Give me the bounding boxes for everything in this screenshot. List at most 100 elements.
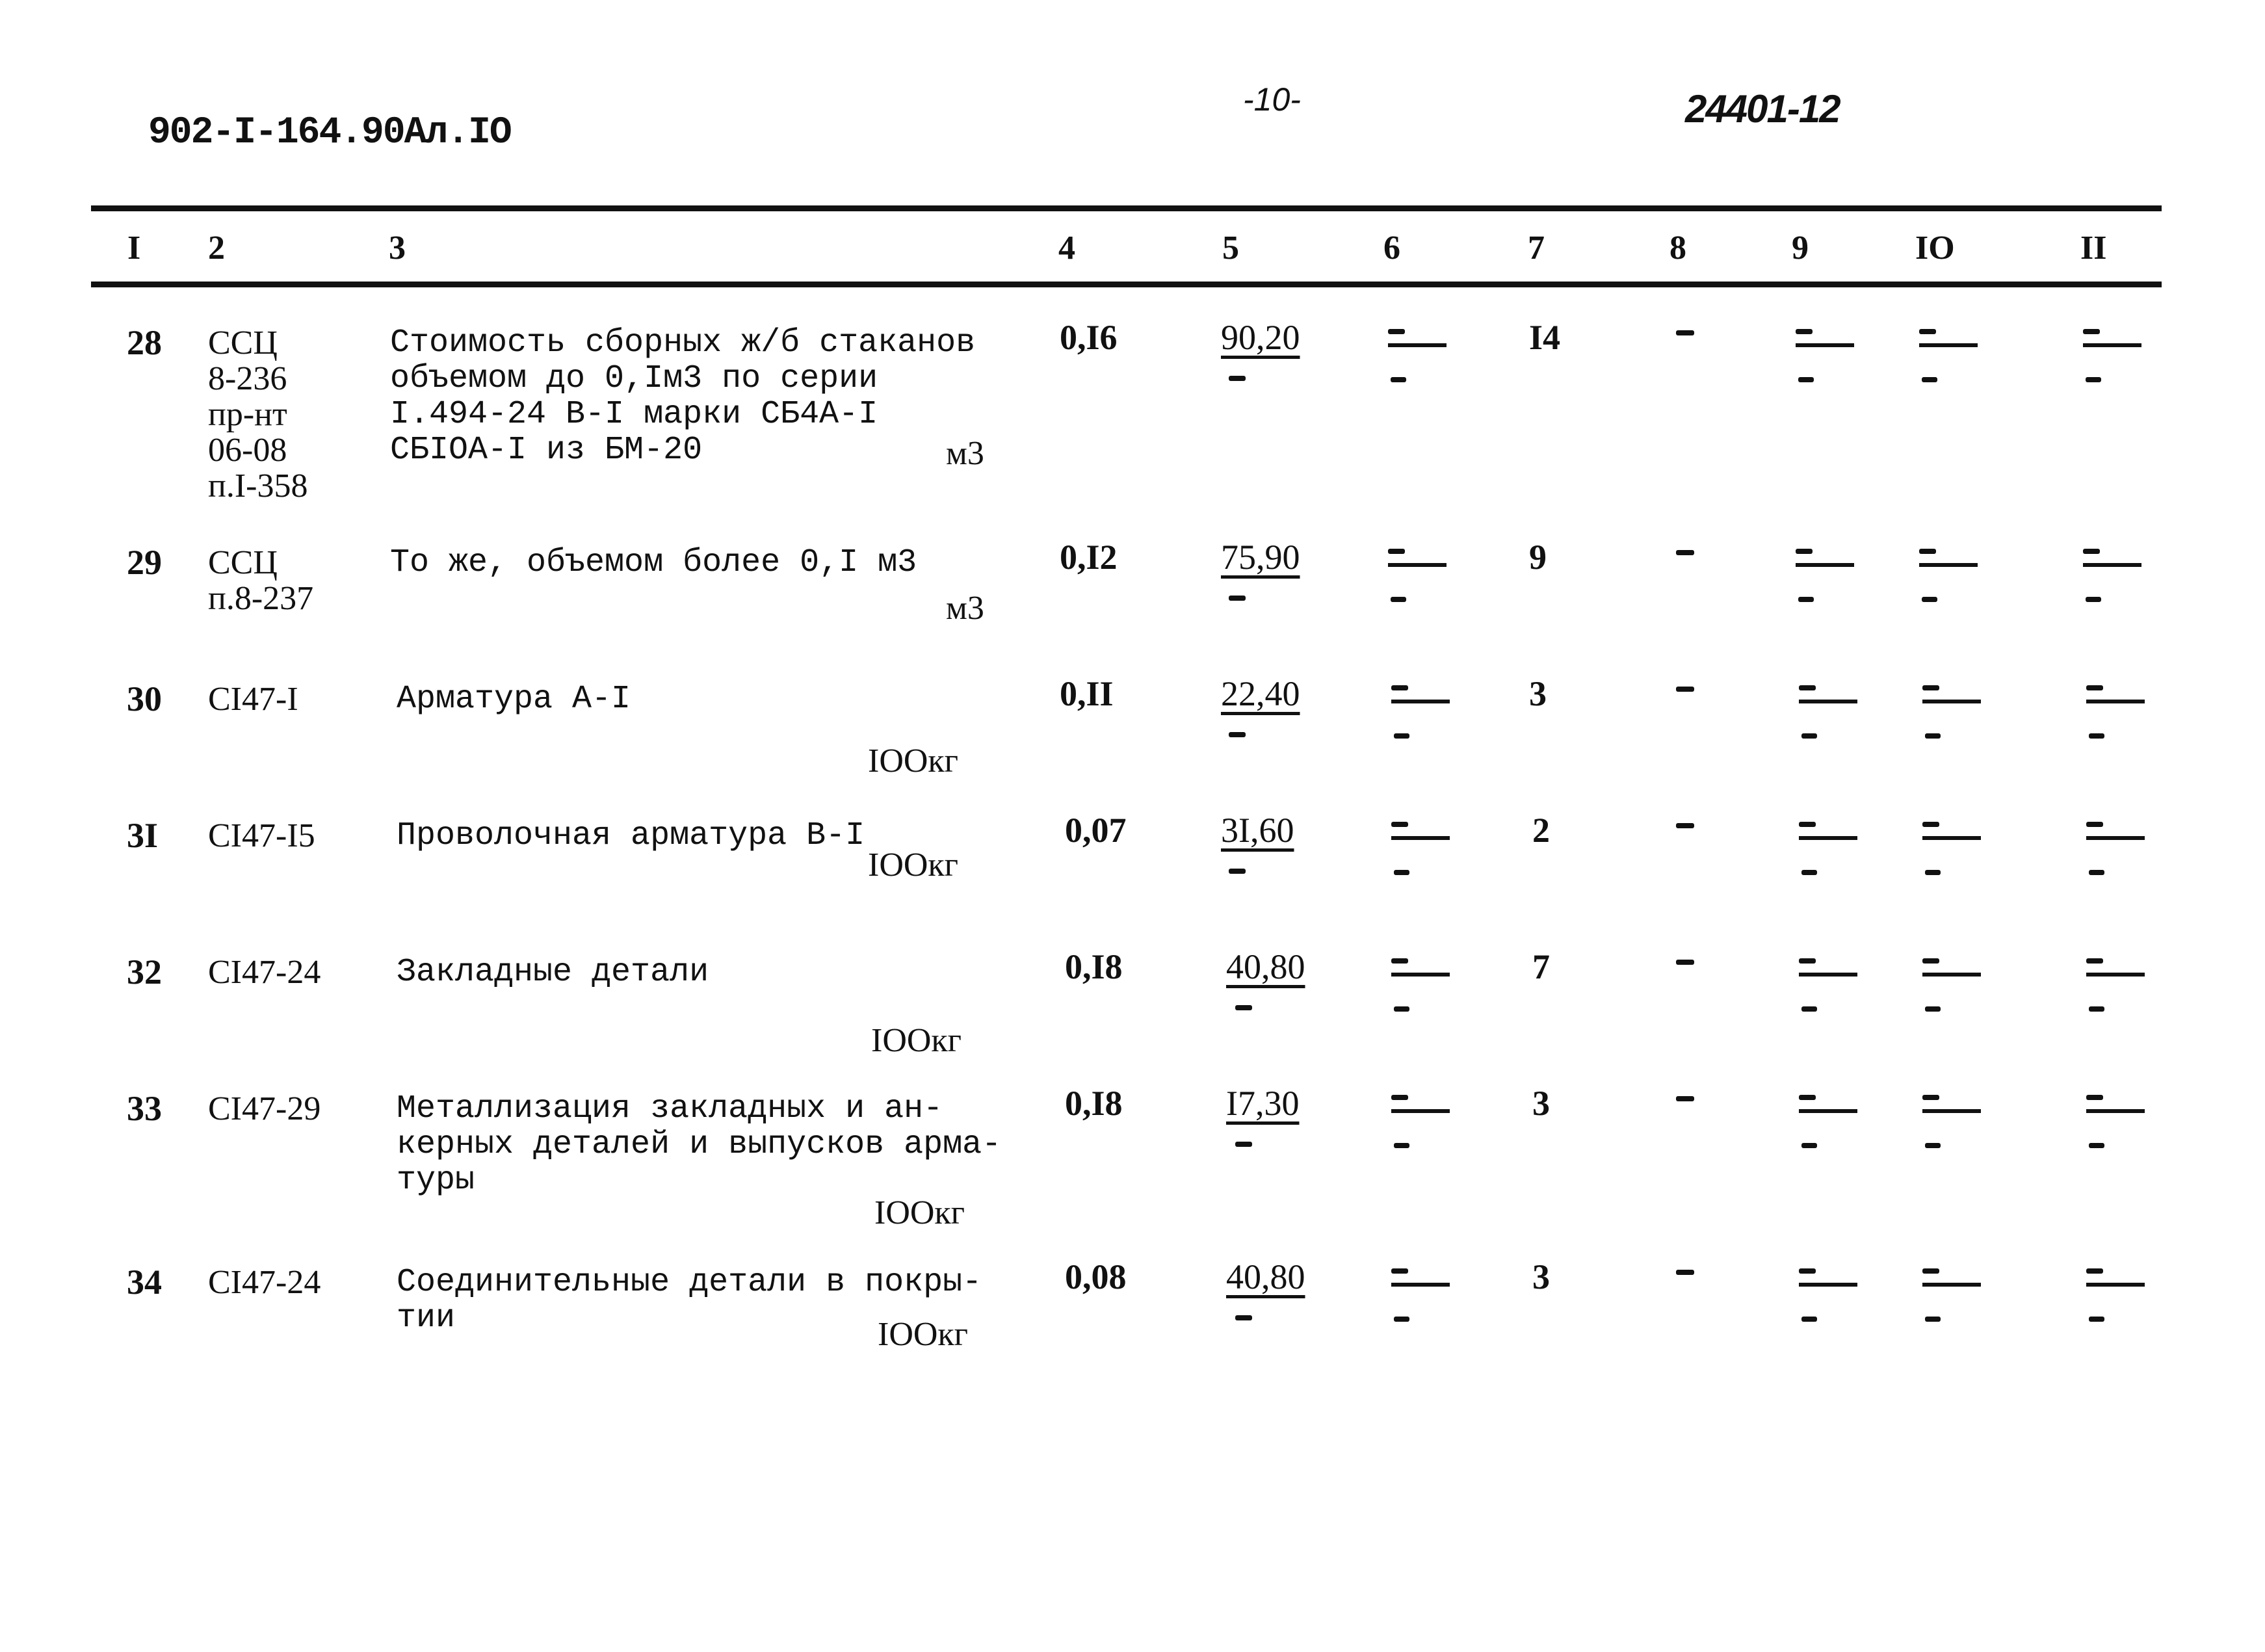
table-header-rule [91,282,2162,287]
quantity-value: 0,I8 [1065,947,1123,986]
dash-mark [1676,330,1694,335]
dash-mark [1676,1270,1694,1275]
document-number: 24401-12 [1685,87,1841,131]
column-number: 2 [208,229,225,267]
dash-mark [1676,960,1694,965]
dash-mark [1676,1096,1694,1101]
empty-cost-mark [1388,325,1447,384]
unit-cost-value: 40,80 [1226,947,1305,986]
column-number: 6 [1383,229,1400,267]
unit-cost-value: 90,20 [1221,318,1300,357]
unit-of-measure: IOOкг [868,846,959,884]
project-code: 902-I-164.90Ал.IO [148,112,512,154]
dash-mark [1229,869,1246,874]
dash-mark [1229,376,1246,381]
dash-mark [1229,596,1246,601]
empty-cost-mark [2083,545,2141,603]
unit-cost-value: 22,40 [1221,674,1300,713]
unit-of-measure: IOOкг [868,742,959,780]
work-description: То же, объемом более 0,I м3 [390,544,917,581]
labor-value: 7 [1532,947,1550,986]
row-number: 30 [127,679,162,718]
row-number: 3I [127,816,159,855]
work-description: Металлизация закладных и ан- керных дета… [397,1090,1002,1199]
quantity-value: 0,I2 [1060,538,1118,577]
column-number: I [127,229,141,267]
unit-cost-value: 75,90 [1221,538,1300,577]
rate-code: СI47-24 [208,954,321,991]
empty-cost-mark [1391,681,1450,740]
empty-cost-mark [2086,681,2145,740]
empty-cost-mark [1922,1265,1981,1323]
empty-cost-mark [1922,681,1981,740]
row-number: 32 [127,952,162,991]
empty-cost-mark [1922,818,1981,876]
row-number: 29 [127,543,162,582]
row-number: 34 [127,1263,162,1302]
unit-of-measure: IOOкг [874,1194,965,1231]
work-description: Арматура А-I [397,681,631,718]
empty-cost-mark [1922,954,1981,1013]
dash-mark [1235,1142,1252,1147]
empty-cost-mark [1919,545,1978,603]
column-number: 9 [1792,229,1809,267]
column-number: IO [1915,229,1955,267]
empty-cost-mark [1799,681,1857,740]
quantity-value: 0,I8 [1065,1084,1123,1123]
dash-mark [1235,1315,1252,1320]
unit-of-measure: IOOкг [871,1022,962,1059]
rate-code: СI47-I [208,681,298,718]
labor-value: 9 [1529,538,1547,577]
work-description: Закладные детали [397,954,709,991]
column-number: 4 [1058,229,1075,267]
empty-cost-mark [1796,545,1854,603]
rate-code: ССЦ п.8-237 [208,544,314,617]
empty-cost-mark [1388,545,1447,603]
dash-mark [1676,823,1694,828]
labor-value: 3 [1532,1257,1550,1296]
column-number: II [2080,229,2107,267]
page-number: -10- [1243,81,1301,118]
work-description: Проволочная арматура В-I [397,817,865,854]
empty-cost-mark [2086,818,2145,876]
unit-cost-value: I7,30 [1226,1084,1300,1123]
column-number: 3 [389,229,406,267]
row-number: 28 [127,323,162,362]
unit-cost-value: 40,80 [1226,1257,1305,1296]
empty-cost-mark [1796,325,1854,384]
row-number: 33 [127,1089,162,1128]
dash-mark [1235,1005,1252,1010]
labor-value: I4 [1529,318,1561,357]
labor-value: 2 [1532,811,1550,850]
unit-of-measure: м3 [946,590,984,627]
empty-cost-mark [1799,1091,1857,1149]
rate-code: ССЦ 8-236 пр-нт 06-08 п.I-358 [208,324,308,505]
rate-code: СI47-I5 [208,817,315,854]
labor-value: 3 [1532,1084,1550,1123]
work-description: Стоимость сборных ж/б стаканов объемом д… [390,324,976,469]
column-number: 8 [1669,229,1686,267]
column-number: 5 [1222,229,1239,267]
dash-mark [1676,687,1694,692]
empty-cost-mark [1391,818,1450,876]
rate-code: СI47-24 [208,1264,321,1301]
rate-code: СI47-29 [208,1090,321,1127]
quantity-value: 0,08 [1065,1257,1127,1296]
quantity-value: 0,07 [1065,811,1127,850]
empty-cost-mark [1391,1265,1450,1323]
empty-cost-mark [2086,1091,2145,1149]
table-top-rule [91,205,2162,211]
empty-cost-mark [1799,1265,1857,1323]
empty-cost-mark [2086,954,2145,1013]
dash-mark [1229,732,1246,737]
unit-of-measure: IOOкг [878,1316,969,1353]
empty-cost-mark [2083,325,2141,384]
column-number: 7 [1528,229,1545,267]
empty-cost-mark [1919,325,1978,384]
unit-of-measure: м3 [946,435,984,472]
empty-cost-mark [1799,818,1857,876]
dash-mark [1676,550,1694,555]
empty-cost-mark [1799,954,1857,1013]
empty-cost-mark [1391,954,1450,1013]
labor-value: 3 [1529,674,1547,713]
